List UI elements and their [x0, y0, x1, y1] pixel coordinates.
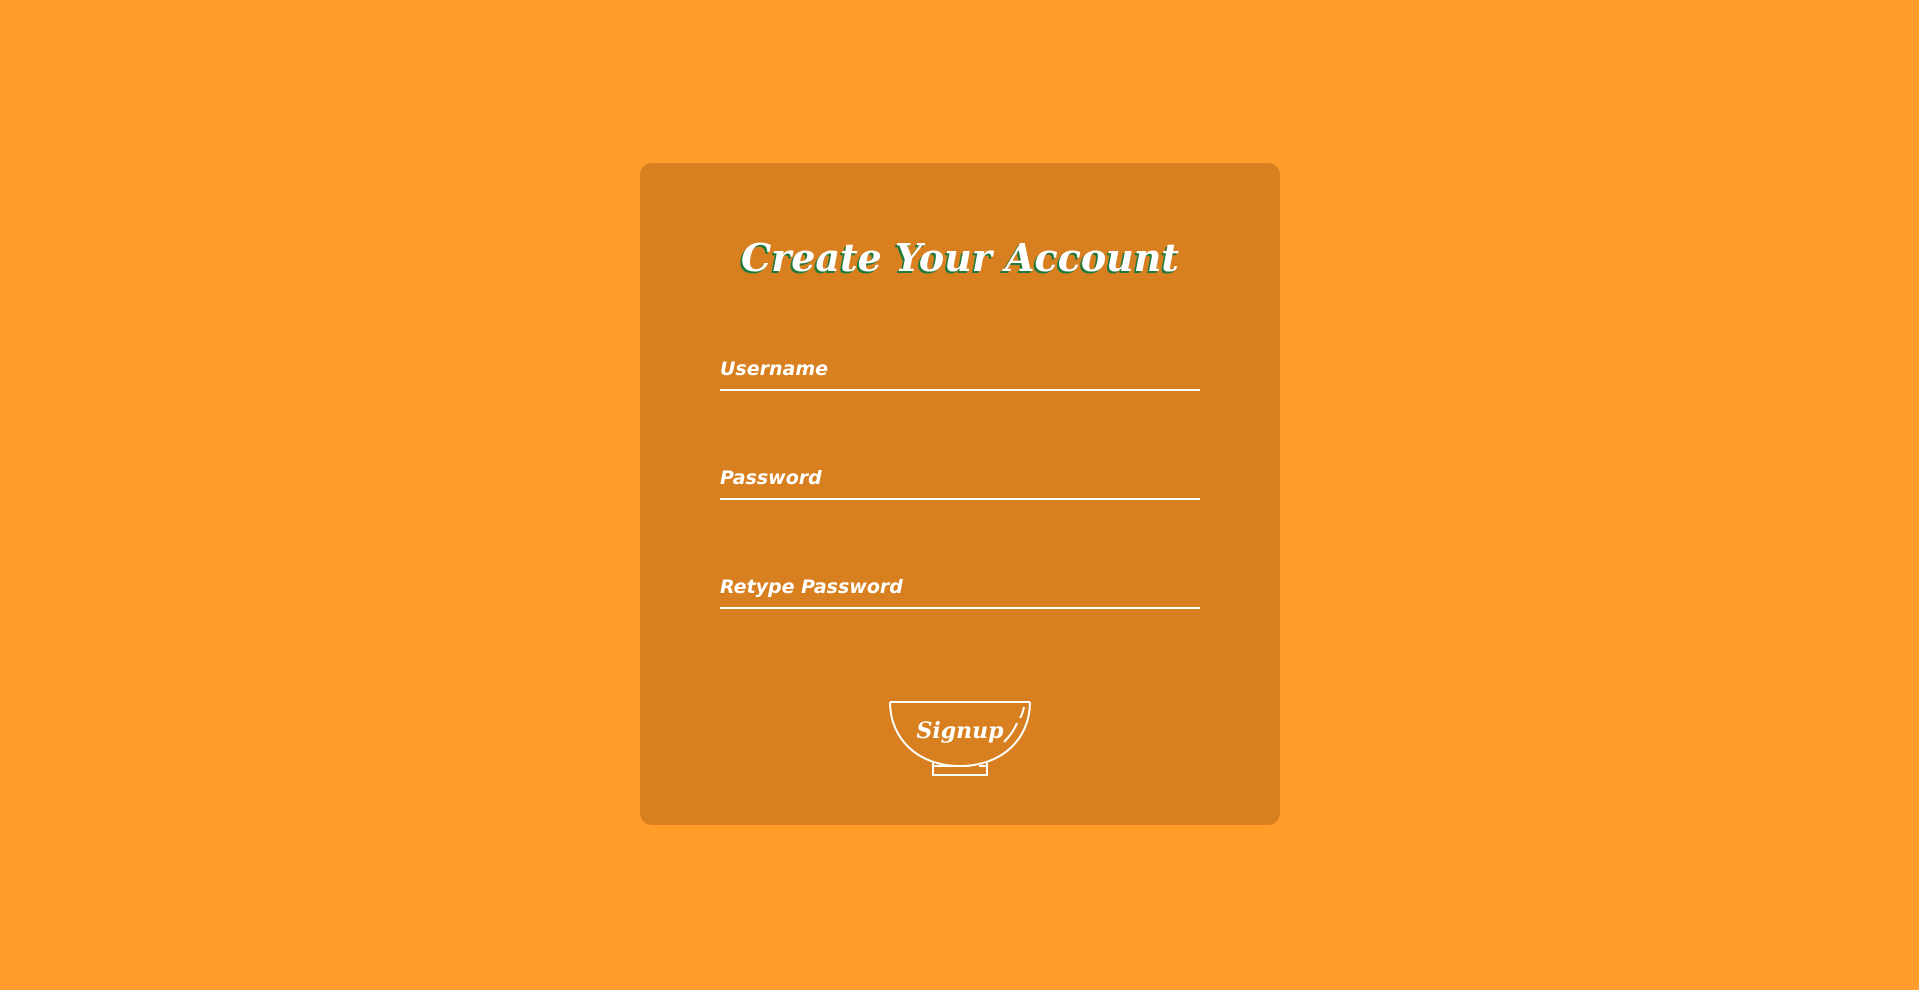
page-title: Create Your Account: [741, 235, 1179, 280]
username-input[interactable]: [720, 349, 1200, 389]
signup-card: Create Your Account Signup: [640, 163, 1280, 825]
password-field: [720, 458, 1200, 500]
retype-password-field: [720, 567, 1200, 609]
username-field: [720, 349, 1200, 391]
signup-button[interactable]: Signup: [887, 700, 1033, 782]
retype-password-input[interactable]: [720, 567, 1200, 607]
bowl-icon: [889, 701, 1031, 776]
password-input[interactable]: [720, 458, 1200, 498]
